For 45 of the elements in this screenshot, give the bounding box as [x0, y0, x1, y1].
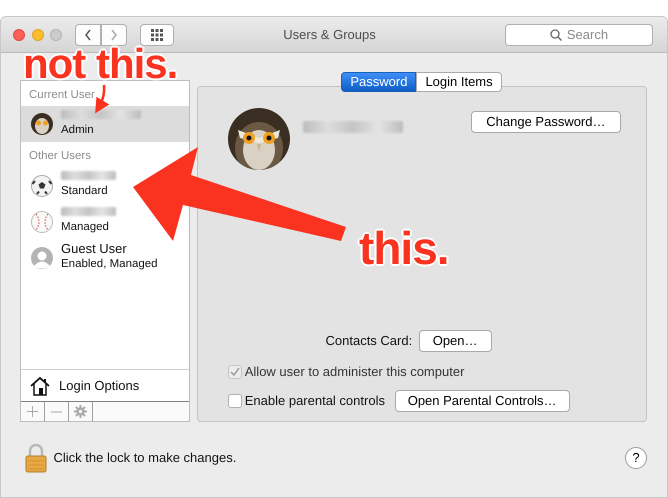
blurred-name	[61, 206, 116, 216]
window-title: Users & Groups	[283, 26, 376, 42]
user-name: Guest User	[61, 242, 128, 256]
zoom-button[interactable]	[50, 28, 62, 40]
checkbox-label: Enable parental controls	[244, 392, 385, 410]
lock-message: Click the lock to make changes.	[54, 449, 236, 468]
change-password-button[interactable]: Change Password…	[471, 111, 620, 134]
user-item[interactable]: Admin	[21, 106, 189, 142]
soccer-ball-icon	[31, 174, 53, 196]
annotation-text: this.	[359, 228, 449, 268]
user-role: Managed	[61, 220, 110, 235]
baseball-icon	[31, 210, 53, 232]
back-button[interactable]	[75, 24, 101, 46]
gear-icon	[74, 405, 87, 418]
section-heading: Other Users	[28, 149, 92, 164]
chevron-right-icon	[110, 28, 118, 40]
user-item[interactable]: Managed	[21, 204, 118, 240]
user-item[interactable]: Guest User Enabled, Managed	[21, 240, 160, 276]
blurred-name	[61, 170, 116, 180]
tab[interactable]: Login Items	[416, 72, 502, 92]
contacts-card-label: Contacts Card:	[326, 332, 412, 350]
user-item[interactable]: Standard	[21, 168, 118, 204]
plus-icon	[27, 406, 38, 417]
section-heading: Current User	[28, 88, 96, 103]
grid-button[interactable]	[140, 24, 174, 46]
open-button[interactable]: Open…	[418, 330, 492, 352]
minus-icon	[51, 410, 62, 412]
search-icon	[550, 28, 562, 40]
chevron-left-icon	[84, 28, 92, 40]
open-parental-controls-button[interactable]: Open Parental Controls…	[394, 390, 570, 412]
user-role: Standard	[61, 184, 109, 199]
checkbox-label: Allow user to administer this computer	[244, 363, 464, 381]
small-arrow	[95, 84, 110, 114]
help-button[interactable]: ?	[625, 447, 647, 469]
lock-icon[interactable]	[25, 443, 47, 473]
grid-icon	[151, 28, 163, 40]
user-role: Admin	[61, 122, 95, 138]
house-icon	[29, 376, 51, 396]
user-role: Enabled, Managed	[61, 256, 158, 272]
person-icon	[31, 246, 53, 268]
checkbox[interactable]	[228, 394, 242, 408]
close-button[interactable]	[13, 28, 25, 40]
minimize-button[interactable]	[32, 28, 44, 40]
annotation-text: not this.	[23, 47, 178, 81]
tab[interactable]: Password	[341, 72, 416, 92]
